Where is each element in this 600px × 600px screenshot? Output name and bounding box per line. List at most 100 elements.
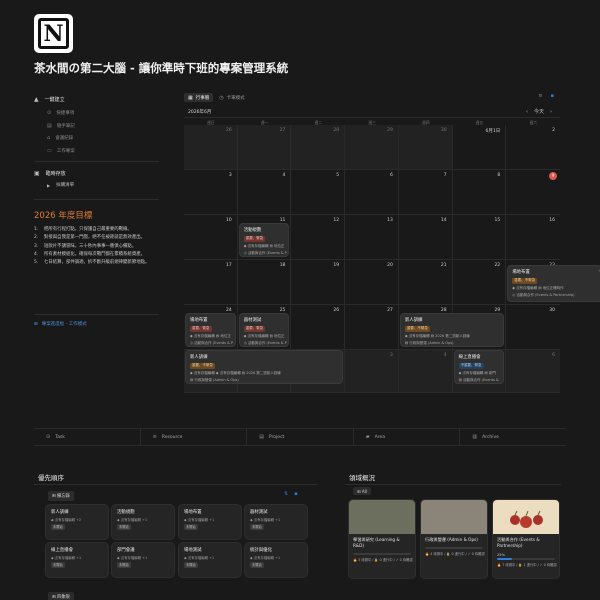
goal-text: 所有素材模組化，確保每次戰鬥都在累積系統資產。: [44, 251, 145, 257]
calendar-day-cell[interactable]: 18: [237, 260, 292, 305]
calendar-day-cell[interactable]: 2: [506, 125, 560, 170]
temp-storage-heading[interactable]: ▣ 臨時存放: [34, 170, 159, 177]
calendar-day-cell[interactable]: 27: [345, 305, 399, 350]
calendar-event[interactable]: 場地布置 重要、不緊急 ◆ 沒有存檔編輯 ▤ 地位正確時作 ◎ 活動與合作 (Even…: [508, 266, 600, 301]
area-view-all[interactable]: ⊞ All: [353, 487, 372, 495]
calendar-day-cell[interactable]: 10: [184, 215, 238, 260]
calendar-day-cell[interactable]: 15: [452, 215, 507, 260]
priority-tools: ⇅ ▪: [284, 491, 298, 497]
db-area[interactable]: ▰ Area: [354, 429, 461, 445]
calendar-day-cell[interactable]: 19: [291, 260, 346, 305]
quick-item-project[interactable]: ▭ 工作專案: [34, 145, 159, 158]
area-card[interactable]: 行政與營運 (Admin & Ops) 🔥 4 待辦中 / 🔒 0 進行中 / ✓…: [421, 500, 487, 578]
calendar-day-cell[interactable]: 28: [291, 125, 346, 170]
calendar-day-cell[interactable]: 29: [345, 125, 399, 170]
db-project[interactable]: ▤ Project: [247, 429, 354, 445]
priority-card[interactable]: 線上直播會 ◆ 沒有存檔編輯 +1 未開始: [46, 543, 108, 577]
calendar-day-cell[interactable]: 6月1日: [452, 125, 507, 170]
goal-number: 1.: [34, 227, 39, 232]
calendar-day-cell[interactable]: 9: [506, 170, 560, 215]
area-card[interactable]: 學習與研究 (Learning & R&D) 🔥 3 待辦中 / 🔒 0 進行中 …: [349, 500, 415, 578]
area-task-stats: 🔥 4 待辦中 / 🔒 0 進行中 / ✓ 0 待確認: [425, 551, 485, 556]
calendar-day-cell[interactable]: 5線上直播會不重要、緊急◆ 沒有存檔編輯 ▤ 新門▤ 活動與合作 (Events…: [452, 350, 507, 393]
mountain-icon: ▲: [34, 96, 39, 103]
area-cover-image: [349, 500, 415, 534]
card-property: ◆ 沒有存檔編輯 +1: [250, 556, 281, 560]
calendar-day-cell[interactable]: 28 新人訓練 重要、不緊急 ◆ 沒有存檔編輯 ▤ 2026 第二週新人訓練 ▤ 行政與…: [398, 305, 504, 350]
priority-view-tab-quadrant[interactable]: ⊞ 四象限: [48, 592, 74, 600]
calendar-day-cell[interactable]: 31新人訓練重要、不緊急◆ 沒有存檔編輯 ◆ 沒有存檔編輯 ▤ 2026 第二週…: [184, 350, 343, 393]
calendar-day-cell[interactable]: 20: [345, 260, 399, 305]
priority-card[interactable]: 部門會議 ◆ 沒有存檔編輯 +1 未開始: [112, 543, 174, 577]
db-task[interactable]: ⊙ Task: [34, 429, 141, 445]
goal-item: 5. 七日結算，部件調適，拆不斷升級前規律變新節地點。: [34, 259, 152, 267]
db-resource[interactable]: ≋ Resource: [141, 429, 248, 445]
quick-item-note[interactable]: ▤ 隨手筆記: [34, 120, 159, 133]
priority-card[interactable]: 活動規劃 ◆ 沒有存檔編輯 +1 未開始: [112, 505, 174, 539]
quick-create-heading[interactable]: ▲ 一鍵建立: [34, 96, 159, 103]
calendar-day-cell[interactable]: 23場地布置重要、不緊急◆ 沒有存檔編輯 ▤ 地位正確時作◎ 活動與合作 (Ev…: [506, 260, 600, 305]
calendar-day-cell[interactable]: 26: [291, 305, 346, 350]
board-link[interactable]: ⊞ 專案進度板 - 工作模式: [34, 321, 159, 328]
day-number: 30: [440, 128, 447, 133]
calendar-day-cell[interactable]: 30: [506, 305, 560, 350]
calendar-event[interactable]: 新人訓練 重要、不緊急 ◆ 沒有存檔編輯 ▤ 2026 第二週新人訓練 ▤ 行政與營運…: [400, 314, 504, 346]
db-archive[interactable]: ▥ Archive: [460, 429, 566, 445]
calendar-day-cell[interactable]: 17: [184, 260, 238, 305]
calendar-day-cell[interactable]: 5: [291, 170, 346, 215]
area-card[interactable]: 活動與合作 (Events & Partnership) 25% 🔥 7 待辦中 /…: [493, 500, 559, 578]
calendar-day-cell[interactable]: 21: [398, 260, 453, 305]
priority-card[interactable]: 場地測試 ◆ 沒有存檔編輯 +1 未開始: [179, 543, 241, 577]
area-task-stats: 🔥 3 待辦中 / 🔒 0 進行中 / ✓ 0 待確認: [353, 557, 413, 562]
today-button[interactable]: 今天: [534, 108, 544, 115]
quick-item-task[interactable]: ⊙ 快捷事項: [34, 107, 159, 120]
card-title: 部門會議: [117, 548, 135, 553]
calendar-day-cell[interactable]: 30: [398, 125, 453, 170]
calendar-day-cell[interactable]: 24 場地布置 重要、緊急 ◆ 沒有存檔編輯 ▤ 地位正 ◎ 活動與合作 (Events…: [184, 305, 238, 350]
calendar-day-cell[interactable]: 4: [237, 170, 292, 215]
calendar-event[interactable]: 器材測試 重要、緊急 ◆ 沒有存檔編輯 ▤ 地位正 ◎ 活動與合作 (Events &…: [239, 314, 289, 346]
calendar-day-cell[interactable]: 25 器材測試 重要、緊急 ◆ 沒有存檔編輯 ▤ 地位正 ◎ 活動與合作 (Events…: [237, 305, 292, 350]
day-number: 9: [549, 172, 557, 180]
calendar-event[interactable]: 新人訓練 重要、不緊急 ◆ 沒有存檔編輯 ◆ 沒有存檔編輯 ▤ 2026 第二週新人…: [186, 351, 343, 383]
calendar-day-cell[interactable]: 13: [345, 215, 399, 260]
calendar-day-cell[interactable]: 27: [237, 125, 292, 170]
filter-icon[interactable]: ≡: [538, 93, 542, 99]
calendar-day-cell[interactable]: 6: [345, 170, 399, 215]
calendar-day-cell[interactable]: 11 活動規劃 重要、緊急 ◆ 沒有存檔編輯 ▤ 地位正 ◎ 活動與合作 (Events…: [237, 215, 292, 260]
calendar-day-cell[interactable]: 26: [184, 125, 238, 170]
event-property: ▤ 行政與營運 (Admin & Ops): [190, 377, 239, 382]
calendar-tools: ≡ ▪: [538, 93, 554, 99]
calendar-day-cell[interactable]: 16: [506, 215, 560, 260]
calendar-day-cell[interactable]: 6: [506, 350, 560, 393]
new-icon[interactable]: ▪: [294, 491, 297, 497]
quick-create-list: ⊙ 快捷事項 ▤ 隨手筆記 ⌂ 會議紀錄 ▭ 工作專案: [34, 107, 159, 157]
card-property: ◆ 沒有存檔編輯 +1: [117, 556, 148, 560]
calendar-event[interactable]: 線上直播會 不重要、緊急 ◆ 沒有存檔編輯 ▤ 新門 ▤ 活動與合作 (Events …: [454, 351, 504, 383]
event-title: 場地布置: [512, 270, 530, 275]
meeting-icon: ⌂: [47, 135, 51, 142]
priority-card[interactable]: 場地布置 ◆ 沒有存檔編輯 +1 未開始: [179, 505, 241, 539]
filter-icon[interactable]: ⇅: [284, 491, 288, 497]
calendar-day-cell[interactable]: 14: [398, 215, 453, 260]
priority-card[interactable]: 統計與優化 ◆ 沒有存檔編輯 +1 未開始: [245, 543, 307, 577]
next-month-icon[interactable]: ›: [550, 109, 552, 115]
calendar-day-cell[interactable]: 4: [398, 350, 453, 393]
priority-view-tab[interactable]: ⊞ 備忘錄: [48, 491, 74, 501]
temp-item-shopping[interactable]: ▶ 採購清單: [34, 182, 159, 189]
calendar-day-cell[interactable]: 22: [452, 260, 507, 305]
quick-item-meeting[interactable]: ⌂ 會議紀錄: [34, 132, 159, 145]
calendar-event[interactable]: 場地布置 重要、緊急 ◆ 沒有存檔編輯 ▤ 地位正 ◎ 活動與合作 (Events &…: [186, 314, 235, 346]
calendar-event[interactable]: 活動規劃 重要、緊急 ◆ 沒有存檔編輯 ▤ 地位正 ◎ 活動與合作 (Events &…: [239, 224, 289, 256]
calendar-day-cell[interactable]: 3: [345, 350, 399, 393]
tab-timeline[interactable]: ◷ 卡車模式: [215, 93, 248, 102]
tab-calendar[interactable]: ▦ 行事曆: [184, 93, 214, 102]
priority-card[interactable]: 器材測試 ◆ 沒有存檔編輯 +1 未開始: [245, 505, 307, 539]
calendar-day-cell[interactable]: 3: [184, 170, 238, 215]
calendar-day-cell[interactable]: 7: [398, 170, 453, 215]
new-icon[interactable]: ▪: [551, 93, 554, 99]
calendar-day-cell[interactable]: 12: [291, 215, 346, 260]
prev-month-icon[interactable]: ‹: [526, 109, 528, 115]
calendar-day-cell[interactable]: 8: [452, 170, 507, 215]
priority-card[interactable]: 新人訓練 ◆ 沒有存檔編輯 +2 未開始: [46, 505, 108, 539]
